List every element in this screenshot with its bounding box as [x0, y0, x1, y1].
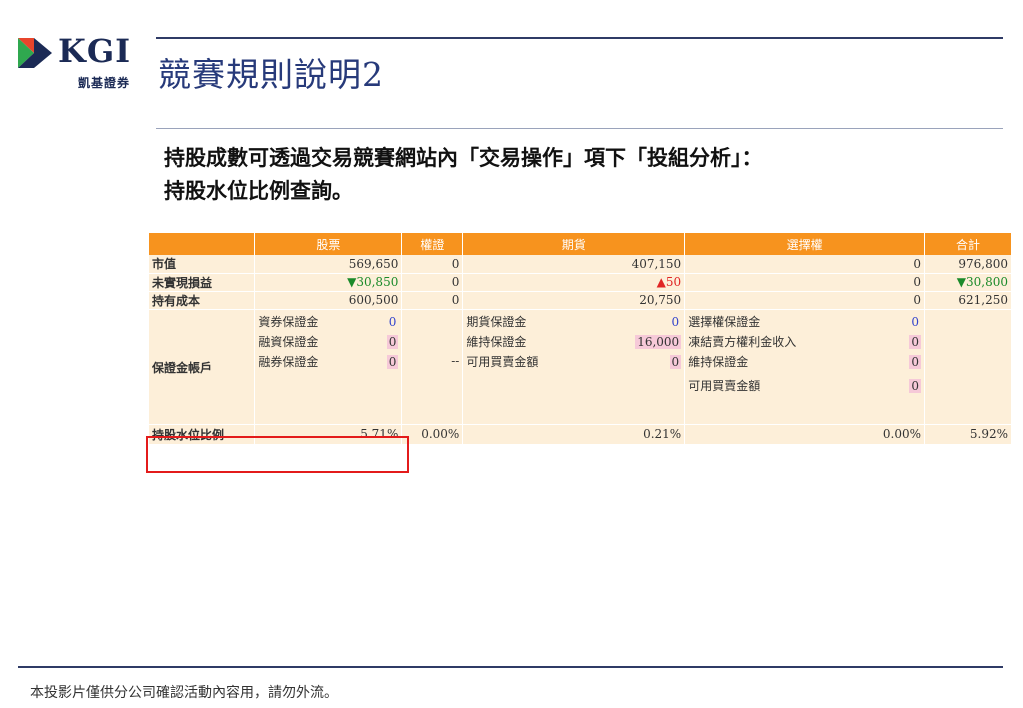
margin-item-name: 維持保證金	[688, 355, 749, 369]
header-warrant: 權證	[401, 233, 464, 255]
down-triangle-icon: ▼	[347, 275, 357, 289]
header-stock: 股票	[254, 233, 403, 255]
margin-item-value: 0	[909, 334, 922, 349]
cell-value: 0	[401, 273, 464, 292]
margin-item: 凍結賣方權利金收入 0	[688, 332, 922, 352]
cell-value: 5.92%	[924, 424, 1012, 445]
margin-item-name: 選擇權保證金	[688, 315, 761, 329]
cell-value: 569,650	[254, 255, 403, 274]
margin-row: 保證金帳戶 資券保證金 0 融資保證金 0 融券保證金 0 -- 期貨保證金 0 維持保…	[149, 309, 1012, 425]
margin-total-cell	[924, 309, 1012, 425]
kgi-logo: KGI 凱基證券	[18, 32, 138, 94]
cell-value: 0	[684, 291, 926, 310]
margin-item-value: 16,000	[635, 334, 682, 349]
margin-item-name: 可用買賣金額	[688, 379, 761, 393]
margin-item-value: 0	[671, 314, 680, 329]
header-total: 合計	[924, 233, 1012, 255]
intro-text: 持股成數可透過交易競賽網站內「交易操作」項下「投組分析」： 持股水位比例查詢。	[164, 142, 763, 208]
cell-value: ▲50	[462, 273, 686, 292]
cell-value-text: 30,800	[966, 275, 1008, 289]
top-divider	[156, 37, 1003, 39]
cell-value: 20,750	[462, 291, 686, 310]
cell-value: 0	[684, 255, 926, 274]
down-triangle-icon: ▼	[956, 275, 966, 289]
cell-value: ▼30,850	[254, 273, 403, 292]
margin-item-name: 維持保證金	[466, 335, 527, 349]
table-row: 持有成本 600,500 0 20,750 0 621,250	[149, 291, 1012, 310]
margin-item-name: 可用買賣金額	[466, 355, 539, 369]
cell-value: 0	[401, 255, 464, 274]
cell-value: 0.00%	[684, 424, 926, 445]
kgi-logo-icon	[18, 38, 52, 68]
cell-value: ▼30,800	[924, 273, 1012, 292]
margin-item-value: 0	[388, 314, 397, 329]
cell-value-text: 50	[665, 275, 682, 289]
margin-item-value: 0	[911, 314, 920, 329]
logo-subtitle: 凱基證券	[78, 76, 131, 90]
header-options: 選擇權	[684, 233, 926, 255]
margin-item-name: 資券保證金	[258, 315, 319, 329]
margin-item: 可用買賣金額 0	[688, 376, 922, 396]
margin-item-name: 凍結賣方權利金收入	[688, 335, 797, 349]
margin-item-name: 融資保證金	[258, 335, 319, 349]
margin-options-cell: 選擇權保證金 0 凍結賣方權利金收入 0 維持保證金 0 可用買賣金額 0	[684, 309, 926, 425]
cell-value: 407,150	[462, 255, 686, 274]
margin-item: 可用買賣金額 0	[466, 352, 682, 372]
margin-item-value: 0	[909, 378, 922, 393]
margin-item: 資券保證金 0	[258, 312, 398, 332]
margin-item-name: 融券保證金	[258, 355, 319, 369]
cell-value: 0.00%	[401, 424, 464, 445]
table-row: 未實現損益 ▼30,850 0 ▲50 0 ▼30,800	[149, 273, 1012, 292]
cell-value-text: 30,850	[356, 275, 399, 289]
margin-item: 融券保證金 0	[258, 352, 399, 372]
margin-futures-cell: 期貨保證金 0 維持保證金 16,000 可用買賣金額 0	[462, 309, 686, 425]
margin-item-value: 0	[386, 354, 399, 369]
ratio-highlight-box	[146, 436, 409, 473]
table-header-row: 股票 權證 期貨 選擇權 合計	[149, 233, 1012, 255]
row-label: 持有成本	[149, 291, 256, 310]
cell-value: 976,800	[924, 255, 1012, 274]
logo-brand: KGI	[58, 32, 132, 70]
margin-warrant-dash: --	[451, 353, 460, 368]
margin-item-value: 0	[669, 354, 682, 369]
margin-item-value: 0	[386, 334, 399, 349]
up-triangle-icon: ▲	[656, 275, 666, 289]
title-divider	[156, 128, 1003, 129]
row-label: 市值	[149, 255, 256, 274]
margin-item-value: 0	[909, 354, 922, 369]
margin-item: 融資保證金 0	[258, 332, 399, 352]
intro-line-2: 持股水位比例查詢。	[164, 179, 353, 203]
page-title: 競賽規則說明2	[158, 55, 384, 94]
row-label: 保證金帳戶	[149, 309, 256, 425]
intro-line-1: 持股成數可透過交易競賽網站內「交易操作」項下「投組分析」：	[164, 146, 763, 170]
header-blank	[149, 233, 256, 255]
header-futures: 期貨	[462, 233, 686, 255]
cell-value: 0	[401, 291, 464, 310]
row-label: 未實現損益	[149, 273, 256, 292]
bottom-divider	[18, 666, 1003, 668]
margin-item: 維持保證金 0	[688, 352, 922, 372]
cell-value: 0	[684, 273, 926, 292]
margin-item: 選擇權保證金 0	[688, 312, 921, 332]
cell-value: 0.21%	[462, 424, 686, 445]
footer-disclaimer: 本投影片僅供分公司確認活動內容用，請勿外流。	[30, 685, 338, 701]
margin-stock-cell: 資券保證金 0 融資保證金 0 融券保證金 0	[254, 309, 403, 425]
portfolio-analysis-table: 股票 權證 期貨 選擇權 合計 市值 569,650 0 407,150 0 9…	[149, 233, 1012, 445]
cell-value: 621,250	[924, 291, 1012, 310]
cell-value: 600,500	[254, 291, 403, 310]
margin-item: 期貨保證金 0	[466, 312, 681, 332]
margin-warrant-cell: --	[401, 309, 464, 425]
margin-item-name: 期貨保證金	[466, 315, 527, 329]
margin-item: 維持保證金 16,000	[466, 332, 682, 352]
table-row: 市值 569,650 0 407,150 0 976,800	[149, 255, 1012, 274]
